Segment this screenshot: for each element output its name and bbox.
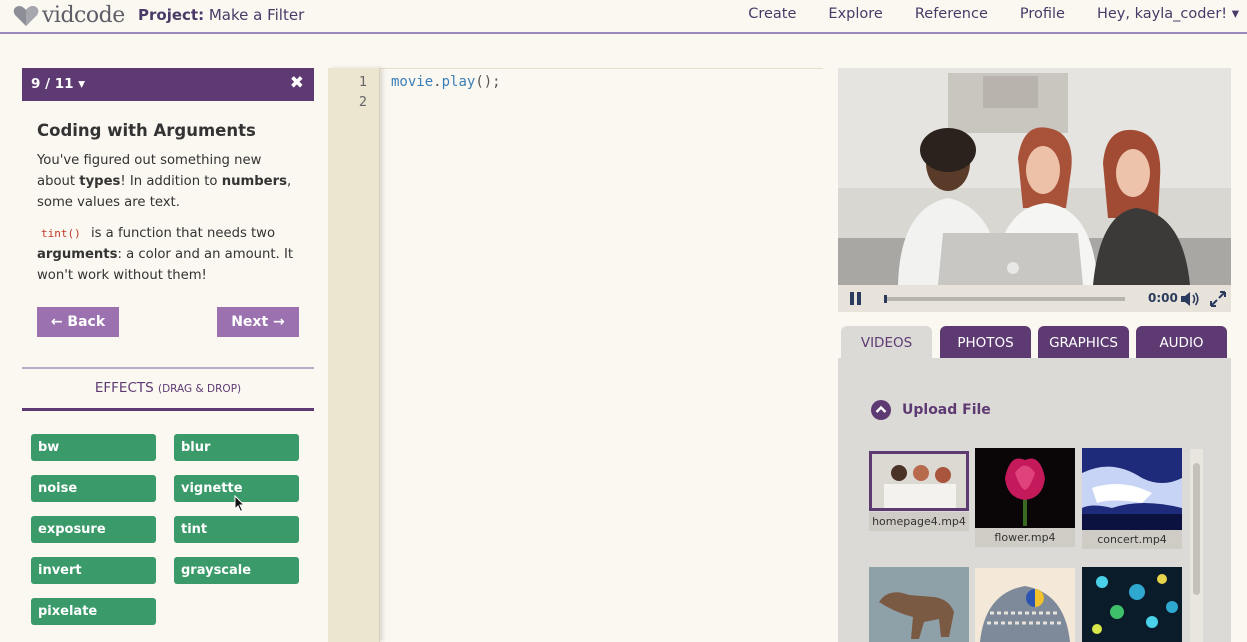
media-thumb-lights[interactable] (1082, 567, 1182, 642)
heart-logo-icon (13, 5, 39, 26)
thumbnail-image (869, 567, 969, 642)
media-thumb-flower[interactable]: flower.mp4 (975, 448, 1075, 549)
thumbnail-caption: flower.mp4 (975, 528, 1075, 547)
thumbnail-image (1082, 448, 1182, 530)
thumbnail-caption: homepage4.mp4 (869, 512, 969, 531)
thumbnail-image (975, 448, 1075, 528)
media-thumb-homepage4[interactable]: homepage4.mp4 (869, 451, 969, 531)
back-button[interactable]: ← Back (37, 307, 119, 337)
effect-grayscale[interactable]: grayscale (174, 557, 299, 584)
effect-pixelate[interactable]: pixelate (31, 598, 156, 625)
tab-audio[interactable]: AUDIO (1136, 326, 1227, 358)
nav-create[interactable]: Create (748, 6, 796, 22)
thumbnail-caption: concert.mp4 (1082, 530, 1182, 549)
effects-subtitle: (DRAG & DROP) (158, 383, 242, 395)
nav-reference[interactable]: Reference (915, 6, 988, 22)
project-name: Make a Filter (208, 6, 305, 24)
main-nav: Create Explore Reference Profile Hey, ka… (748, 6, 1247, 22)
thumbnail-image (869, 451, 969, 511)
lesson-title: Coding with Arguments (37, 121, 256, 140)
volume-icon[interactable] (1180, 291, 1200, 307)
text-segment: ! In addition to (120, 174, 218, 189)
step-dropdown[interactable]: 9 / 11 ▾ (31, 76, 85, 92)
effect-invert[interactable]: invert (31, 557, 156, 584)
line-number: 1 (358, 74, 367, 90)
video-progress-bar[interactable] (885, 297, 1125, 301)
editor-top-border (328, 68, 823, 69)
caret-down-icon: ▾ (78, 76, 85, 92)
nav-explore[interactable]: Explore (828, 6, 882, 22)
video-preview[interactable] (838, 68, 1231, 285)
nav-profile[interactable]: Profile (1020, 6, 1065, 22)
user-menu[interactable]: Hey, kayla_coder! ▾ (1097, 6, 1239, 22)
tab-videos[interactable]: VIDEOS (841, 326, 932, 358)
lesson-paragraph-1: You've figured out something new about t… (37, 150, 302, 213)
code-parens: (); (475, 74, 501, 90)
media-thumb-concert[interactable]: concert.mp4 (1082, 448, 1182, 552)
project-title: Project: Make a Filter (138, 6, 304, 24)
code-editor-line-1[interactable]: movie.play(); (391, 74, 501, 90)
video-time: 0:00 (1148, 291, 1178, 305)
video-frame-image (838, 68, 1231, 285)
effect-tint[interactable]: tint (174, 516, 299, 543)
media-thumb-sweater[interactable] (975, 568, 1075, 642)
next-button[interactable]: Next → (217, 307, 299, 337)
effect-bw[interactable]: bw (31, 434, 156, 461)
top-header: vidcode Project: Make a Filter Create Ex… (0, 0, 1247, 34)
pause-icon[interactable] (850, 292, 862, 305)
keyword-arguments: arguments (37, 247, 118, 262)
effect-exposure[interactable]: exposure (31, 516, 156, 543)
thumbnail-image (1082, 567, 1182, 642)
divider (22, 408, 314, 411)
effects-header: EFFECTS (DRAG & DROP) (22, 380, 314, 396)
lesson-bar: 9 / 11 ▾ ✖ (22, 68, 314, 101)
keyword-numbers: numbers (221, 174, 287, 189)
text-segment: is a function that needs two (90, 226, 276, 241)
fullscreen-icon[interactable] (1209, 290, 1227, 308)
code-object: movie (391, 74, 434, 90)
step-count: 9 / 11 (31, 76, 74, 92)
effect-noise[interactable]: noise (31, 475, 156, 502)
tab-graphics[interactable]: GRAPHICS (1038, 326, 1129, 358)
effects-title: EFFECTS (94, 380, 154, 396)
inline-code: tint() (41, 227, 81, 240)
media-thumb-dinosaur[interactable] (869, 567, 969, 642)
tab-photos[interactable]: PHOTOS (940, 326, 1031, 358)
lesson-paragraph-2: tint() is a function that needs two argu… (37, 223, 302, 286)
video-controls: 0:00 (838, 285, 1231, 312)
upload-file-label: Upload File (902, 402, 991, 418)
project-prefix: Project: (138, 6, 205, 24)
thumbnail-image (975, 568, 1075, 642)
mouse-cursor-icon (234, 495, 246, 513)
divider (22, 367, 314, 369)
upload-file-button[interactable]: Upload File (871, 400, 991, 420)
line-number: 2 (358, 94, 367, 110)
code-dot: . (433, 74, 442, 90)
effect-blur[interactable]: blur (174, 434, 299, 461)
close-icon[interactable]: ✖ (290, 73, 304, 93)
upload-chevron-icon (871, 400, 891, 420)
media-scrollbar-thumb[interactable] (1193, 463, 1200, 595)
keyword-types: types (79, 174, 121, 189)
vidcode-logo[interactable]: vidcode (13, 3, 125, 28)
editor-gutter: 1 2 (328, 68, 380, 642)
logo-text: vidcode (42, 3, 125, 28)
progress-handle[interactable] (884, 295, 887, 303)
code-method: play (441, 74, 476, 90)
